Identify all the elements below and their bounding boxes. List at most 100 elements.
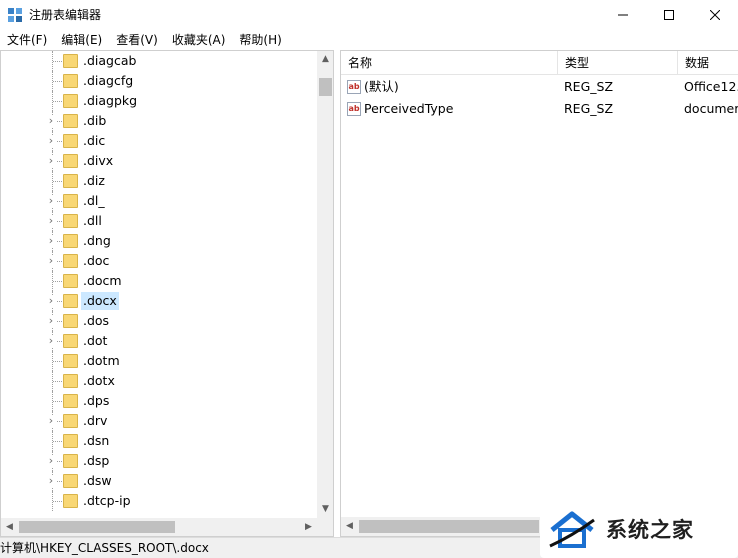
tree-item[interactable]: .dsn: [1, 431, 317, 451]
tree-item[interactable]: › .doc: [1, 251, 317, 271]
scroll-right-icon[interactable]: ▶: [300, 518, 317, 536]
tree-horizontal-scroll-thumb[interactable]: [19, 521, 175, 533]
tree-item[interactable]: .diagcfg: [1, 71, 317, 91]
tree-item[interactable]: › .drv: [1, 411, 317, 431]
chevron-right-icon[interactable]: ›: [45, 315, 57, 327]
maximize-button[interactable]: [646, 0, 692, 30]
tree-branch-line: [53, 361, 62, 362]
tree-item-label: .dot: [83, 333, 108, 348]
value-data: documer: [684, 101, 738, 116]
tree-item-label: .diagcab: [83, 53, 137, 68]
folder-icon: [63, 314, 78, 328]
folder-icon: [63, 54, 78, 68]
chevron-right-icon[interactable]: ›: [45, 255, 57, 267]
watermark-text: 系统之家: [606, 518, 694, 542]
folder-icon: [63, 154, 78, 168]
folder-icon: [63, 134, 78, 148]
tree-item[interactable]: › .dsp: [1, 451, 317, 471]
chevron-right-icon[interactable]: ›: [45, 155, 57, 167]
menu-favorites[interactable]: 收藏夹(A): [165, 30, 233, 50]
menu-edit[interactable]: 编辑(E): [54, 30, 109, 50]
menu-file[interactable]: 文件(F): [0, 30, 54, 50]
menu-help[interactable]: 帮助(H): [232, 30, 288, 50]
tree-branch-line: [53, 501, 62, 502]
tree-item[interactable]: .dotm: [1, 351, 317, 371]
tree-item[interactable]: .diz: [1, 171, 317, 191]
folder-icon: [63, 254, 78, 268]
chevron-right-icon[interactable]: ›: [45, 295, 57, 307]
tree-item[interactable]: .diagpkg: [1, 91, 317, 111]
folder-icon: [63, 414, 78, 428]
tree-branch-line: [53, 61, 62, 62]
tree-item-label: .dps: [83, 393, 110, 408]
registry-values-pane: 名称 类型 数据 ab (默认) REG_SZ Office12. ab Perceive…: [340, 50, 738, 537]
folder-icon: [63, 434, 78, 448]
tree-item[interactable]: › .dot: [1, 331, 317, 351]
close-button[interactable]: [692, 0, 738, 30]
string-value-icon: ab: [347, 80, 361, 94]
chevron-right-icon[interactable]: ›: [45, 475, 57, 487]
tree-item[interactable]: › .dl_: [1, 191, 317, 211]
folder-icon: [63, 454, 78, 468]
folder-icon: [63, 94, 78, 108]
value-row[interactable]: ab PerceivedType REG_SZ documer: [341, 98, 738, 120]
tree-item[interactable]: .diagcab: [1, 51, 317, 71]
tree-branch-line: [53, 281, 62, 282]
tree-vertical-scroll-thumb[interactable]: [319, 78, 332, 96]
folder-icon: [63, 194, 78, 208]
tree-item-label: .dib: [83, 113, 107, 128]
tree-item[interactable]: › .dng: [1, 231, 317, 251]
folder-icon: [63, 494, 78, 508]
tree-item[interactable]: › .dos: [1, 311, 317, 331]
value-row[interactable]: ab (默认) REG_SZ Office12.: [341, 76, 738, 98]
tree-branch-line: [53, 381, 62, 382]
tree-horizontal-scrollbar[interactable]: ◀ ▶: [1, 518, 317, 536]
value-type: REG_SZ: [564, 101, 614, 116]
tree-vertical-scrollbar[interactable]: ▲ ▼: [317, 51, 333, 518]
tree-item[interactable]: › .dib: [1, 111, 317, 131]
values-horizontal-scroll-thumb[interactable]: [359, 520, 539, 533]
chevron-right-icon[interactable]: ›: [45, 135, 57, 147]
minimize-button[interactable]: [600, 0, 646, 30]
tree-item[interactable]: › .divx: [1, 151, 317, 171]
tree-item[interactable]: › .dll: [1, 211, 317, 231]
tree-item-label: .dll: [83, 213, 102, 228]
tree-item[interactable]: .docm: [1, 271, 317, 291]
tree-item[interactable]: .dtcp-ip: [1, 491, 317, 511]
chevron-right-icon[interactable]: ›: [45, 415, 57, 427]
chevron-right-icon[interactable]: ›: [45, 115, 57, 127]
chevron-right-icon[interactable]: ›: [45, 195, 57, 207]
tree-item-label: .dos: [83, 313, 110, 328]
chevron-right-icon[interactable]: ›: [45, 455, 57, 467]
folder-icon: [63, 274, 78, 288]
tree-item[interactable]: › .dic: [1, 131, 317, 151]
column-header-type[interactable]: 类型: [558, 51, 678, 75]
scroll-left-icon[interactable]: ◀: [1, 518, 18, 536]
folder-icon: [63, 294, 78, 308]
tree-item[interactable]: .dotx: [1, 371, 317, 391]
scroll-left-icon[interactable]: ◀: [341, 517, 358, 536]
registry-tree-pane: .diagcab .diagcfg .diagpkg › .dib › .dic › .divx…: [0, 50, 334, 537]
title-bar: 注册表编辑器: [0, 0, 738, 30]
value-type: REG_SZ: [564, 79, 614, 94]
tree-item-label: .dotm: [83, 353, 120, 368]
tree-item-label: .dtcp-ip: [83, 493, 131, 508]
tree-branch-line: [53, 441, 62, 442]
watermark-logo: 系统之家: [540, 500, 738, 558]
chevron-right-icon[interactable]: ›: [45, 215, 57, 227]
folder-icon: [63, 214, 78, 228]
chevron-right-icon[interactable]: ›: [45, 235, 57, 247]
tree-item[interactable]: › .dsw: [1, 471, 317, 491]
tree-item[interactable]: › .docx: [1, 291, 317, 311]
tree-item[interactable]: .dps: [1, 391, 317, 411]
tree-item-label: .diagcfg: [83, 73, 134, 88]
chevron-right-icon[interactable]: ›: [45, 335, 57, 347]
column-header-data[interactable]: 数据: [678, 51, 738, 75]
scroll-down-icon[interactable]: ▼: [317, 501, 333, 518]
column-header-name[interactable]: 名称: [341, 51, 558, 75]
scroll-up-icon[interactable]: ▲: [317, 51, 333, 68]
folder-icon: [63, 334, 78, 348]
menu-view[interactable]: 查看(V): [109, 30, 165, 50]
tree-branch-line: [53, 81, 62, 82]
tree-branch-line: [53, 101, 62, 102]
